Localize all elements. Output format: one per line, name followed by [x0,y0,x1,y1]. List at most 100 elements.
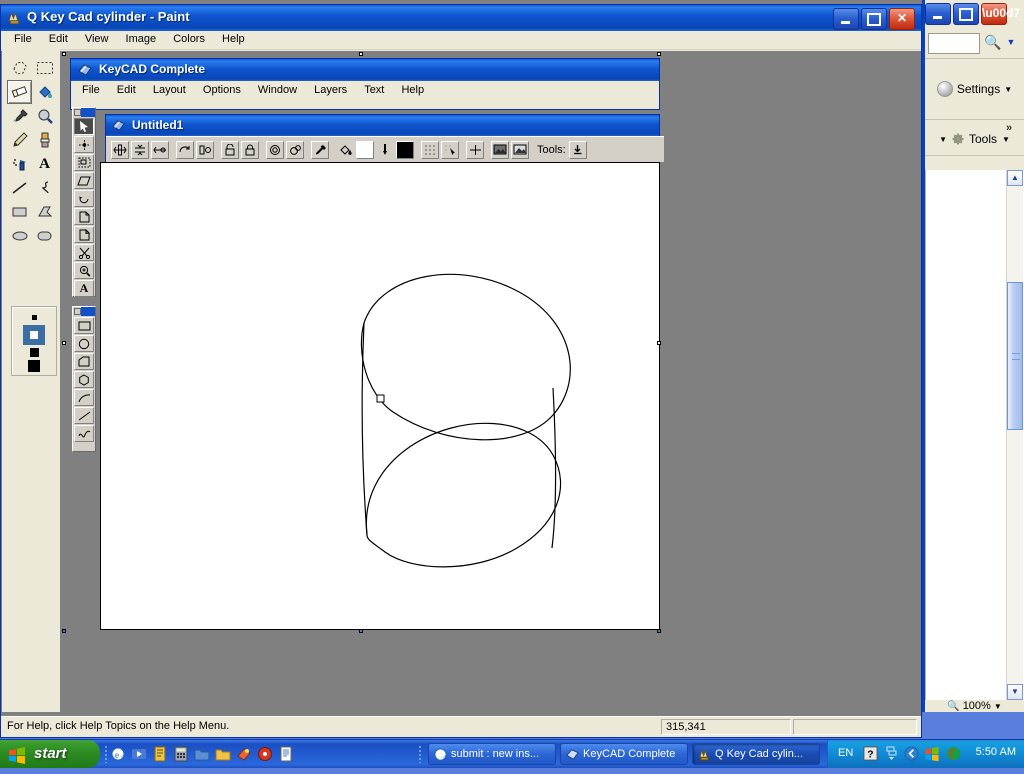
kc-shape-wave[interactable] [74,425,94,442]
keycad-drawing-canvas[interactable] [100,162,660,630]
keycad-menu-file[interactable]: File [75,81,107,99]
selection-handle-ne[interactable] [657,52,661,56]
fill-color-swatch[interactable] [356,140,374,159]
tool-pencil[interactable] [7,128,32,152]
grid-toggle-icon[interactable] [421,140,439,159]
kc-tool-trim-corner[interactable] [74,208,94,225]
group-icon[interactable] [266,140,284,159]
pen-icon[interactable] [376,141,394,159]
chevron-down-icon[interactable]: ▼ [994,702,1002,711]
image-dark-icon[interactable] [491,140,509,159]
tool-rounded-rectangle[interactable] [32,224,57,248]
tool-brush[interactable] [32,128,57,152]
menu-help[interactable]: Help [215,31,252,47]
keycad-menu-options[interactable]: Options [196,81,248,99]
bg-zoom-control[interactable]: 🔍 100% ▼ [925,700,1024,712]
search-icon[interactable]: 🔍 [983,33,1003,52]
kc-tool-page-corner[interactable] [74,226,94,243]
overflow-chevron-icon[interactable]: » [1006,122,1012,134]
fill-bucket-icon[interactable] [336,141,354,159]
paint-shop-icon[interactable] [236,746,252,762]
menu-image[interactable]: Image [119,31,164,47]
keycad-menu-bar[interactable]: File Edit Layout Options Window Layers T… [71,81,659,101]
keycad-menu-layers[interactable]: Layers [307,81,354,99]
taskbar-button-keycad[interactable]: KeyCAD Complete [560,743,688,765]
show-hidden-chevron-icon[interactable] [904,746,919,764]
kc-tool-rotate[interactable] [74,190,94,207]
tool-curve[interactable] [32,176,57,200]
chevron-down-icon[interactable]: ▼ [1004,33,1018,52]
kc-shape-arc[interactable] [74,389,94,406]
kc-shape-line[interactable] [74,407,94,424]
paint-title-bar[interactable]: Q Key Cad cylinder - Paint ✕ [1,5,921,31]
chevron-down-icon[interactable]: ▼ [1002,135,1010,144]
record-icon[interactable] [257,746,273,762]
rotate-left-icon[interactable] [176,140,194,159]
document-icon[interactable] [278,746,294,762]
security-center-icon[interactable] [924,746,940,764]
notes-icon[interactable] [152,746,168,762]
kc-tool-zoom[interactable] [74,262,94,279]
tool-rectangle[interactable] [7,200,32,224]
ungroup-icon[interactable] [286,140,304,159]
selection-handle-se[interactable] [657,629,661,633]
selection-handle-s[interactable] [359,629,363,633]
kc-shape-polygon[interactable] [74,353,94,370]
taskbar-grip[interactable] [418,745,422,763]
calculator-icon[interactable] [173,746,189,762]
kc-tool-skew[interactable] [74,172,94,189]
kc-tool-arrow-select[interactable] [74,118,94,135]
eraser-size-2[interactable] [12,325,56,345]
tool-line[interactable] [7,176,32,200]
kc-tool-text[interactable]: A [74,280,94,297]
palette-minimize-icon[interactable] [74,109,81,116]
bg-search-input[interactable] [928,33,980,54]
paint-minimize-button[interactable] [833,8,859,30]
mirror-horizontal-icon[interactable] [111,140,129,159]
antivirus-icon[interactable] [946,746,961,764]
paint-menu-bar[interactable]: File Edit View Image Colors Help [1,31,921,50]
kc-shape-hexagon[interactable] [74,371,94,388]
selection-handle-e[interactable] [657,341,661,345]
network-icon[interactable] [885,745,898,764]
menu-file[interactable]: File [7,31,39,47]
child-title-bar[interactable]: Untitled1 [106,115,659,136]
snap-toggle-icon[interactable] [441,140,459,159]
paint-maximize-button[interactable] [861,8,887,30]
tool-pick-color[interactable] [7,104,32,128]
bg-minimize-button[interactable] [925,3,951,25]
tool-polygon[interactable] [32,200,57,224]
kc-shape-rectangle[interactable] [74,317,94,334]
lock-open-icon[interactable] [221,140,239,159]
scrollbar-thumb[interactable] [1007,282,1023,430]
paint-tool-options[interactable] [11,306,57,376]
selection-handle-w[interactable] [62,341,66,345]
menu-edit[interactable]: Edit [42,31,75,47]
rotate-around-point-icon[interactable] [196,140,214,159]
scroll-up-button[interactable]: ▲ [1007,170,1023,186]
tool-magnifier[interactable] [32,104,57,128]
keycad-menu-text[interactable]: Text [357,81,391,99]
eraser-size-3[interactable] [12,345,56,359]
line-color-swatch[interactable] [396,140,414,159]
chevron-down-icon[interactable]: ▼ [939,135,947,144]
keycad-title-bar[interactable]: KeyCAD Complete [71,59,659,81]
help-icon[interactable]: ? [863,746,878,764]
keycad-menu-edit[interactable]: Edit [110,81,143,99]
tools-dropdown-button[interactable] [568,140,587,159]
tool-airbrush[interactable] [7,152,32,176]
kc-tool-marquee-select[interactable] [74,154,94,171]
start-button[interactable]: start [0,740,100,768]
tool-ellipse[interactable] [7,224,32,248]
paint-close-button[interactable]: ✕ [889,8,915,30]
tool-rectangle-select[interactable] [32,56,57,80]
bg-vertical-scrollbar[interactable]: ▲ ▼ [1006,170,1023,700]
lock-closed-icon[interactable] [241,140,259,159]
mirror-vertical-icon[interactable] [151,140,169,159]
selection-handle-sw[interactable] [62,629,66,633]
bg-close-button[interactable]: \u00d7 [981,3,1020,25]
scroll-down-button[interactable]: ▼ [1007,684,1023,700]
crosshair-icon[interactable] [466,140,484,159]
kc-shape-circle[interactable] [74,335,94,352]
eraser-size-4[interactable] [12,359,56,373]
